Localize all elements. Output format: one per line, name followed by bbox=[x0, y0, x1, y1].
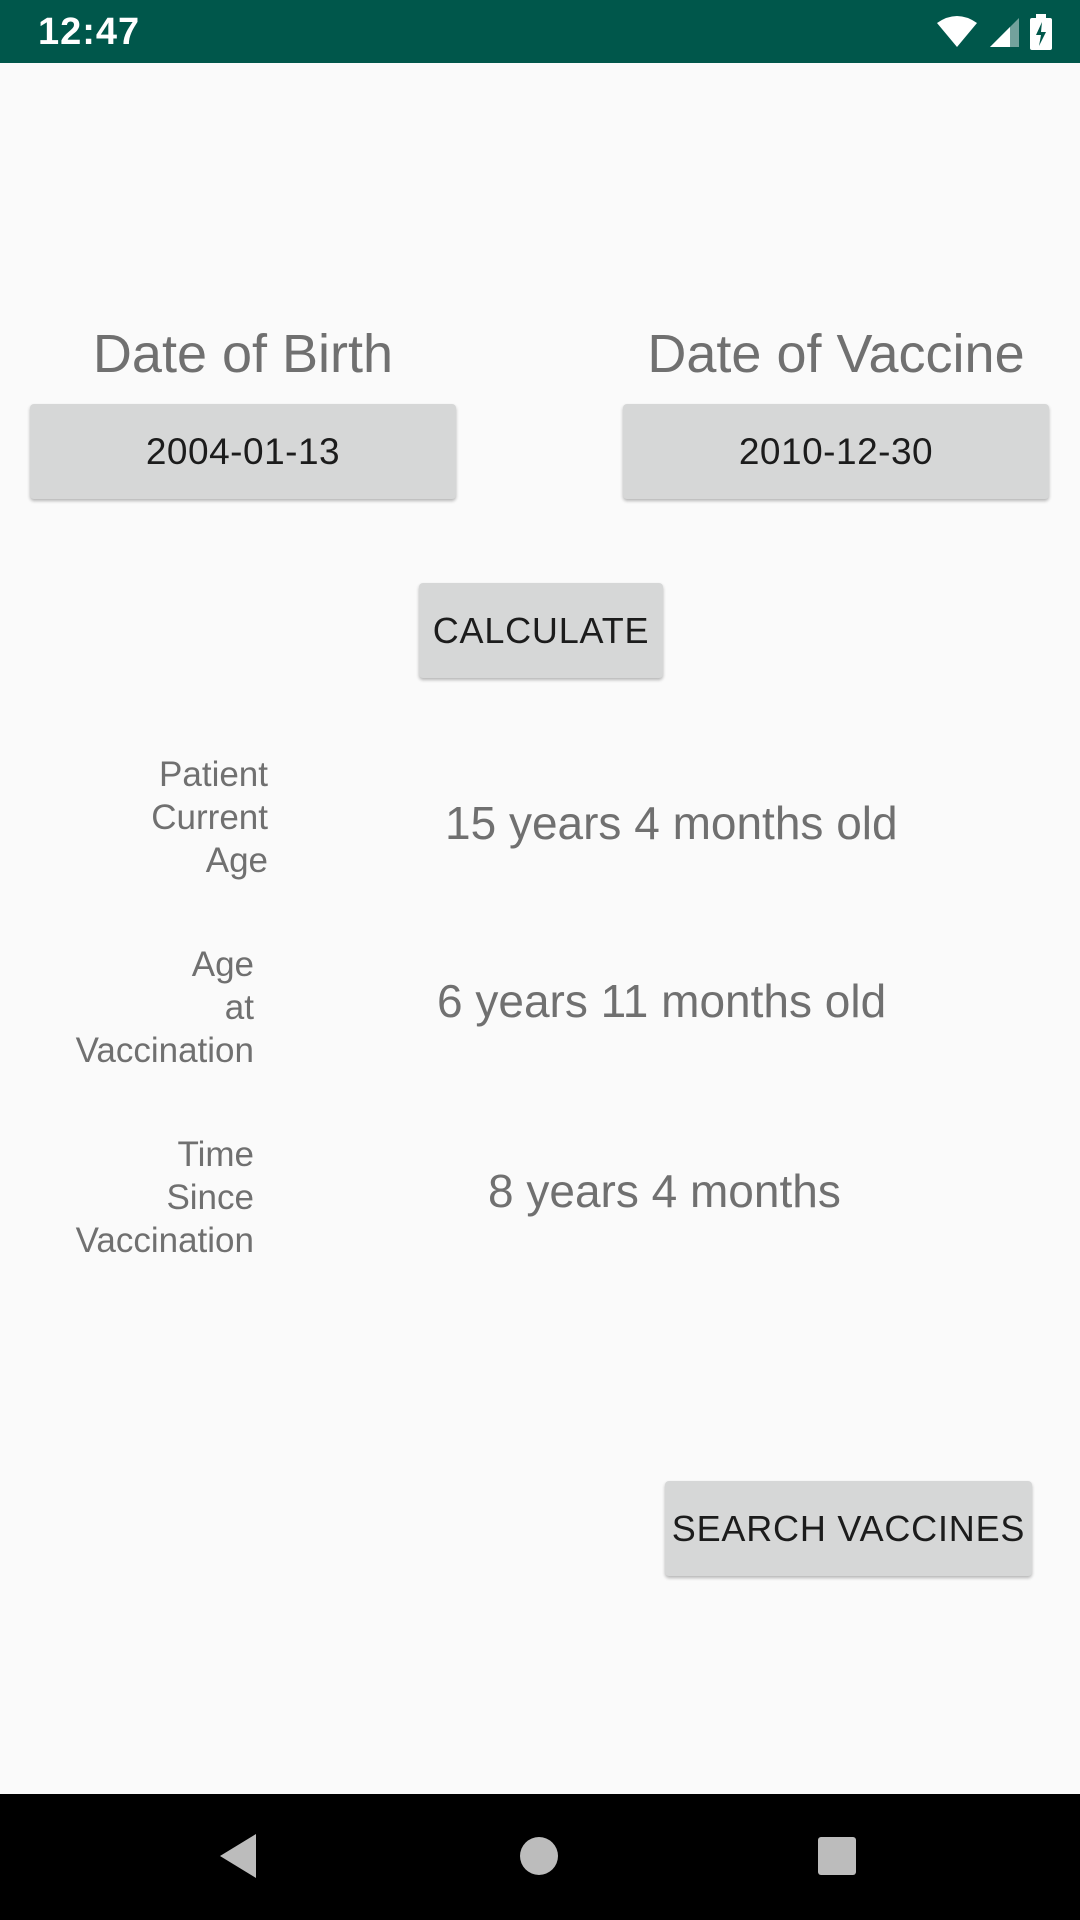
cellular-signal-icon bbox=[988, 16, 1020, 48]
wifi-icon bbox=[936, 16, 978, 48]
recents-button[interactable] bbox=[805, 1826, 869, 1890]
status-bar: 12:47 bbox=[0, 0, 1080, 63]
search-vaccines-button[interactable]: Search Vaccines bbox=[665, 1481, 1032, 1576]
status-time: 12:47 bbox=[38, 11, 141, 53]
patient-current-age-label: Patient Current Age bbox=[151, 755, 268, 880]
battery-charging-icon bbox=[1030, 14, 1052, 50]
time-since-vaccination-label: Time Since Vaccination bbox=[75, 1135, 254, 1260]
calculate-button[interactable]: Calculate bbox=[419, 583, 663, 678]
back-icon bbox=[216, 1832, 260, 1885]
recents-icon bbox=[817, 1836, 857, 1881]
home-button[interactable] bbox=[507, 1826, 571, 1890]
navigation-bar bbox=[0, 1794, 1080, 1920]
time-since-vaccination-value: 8 years 4 months bbox=[488, 1165, 841, 1217]
age-at-vaccination-label: Age at Vaccination bbox=[75, 945, 254, 1070]
age-at-vaccination-value: 6 years 11 months old bbox=[437, 975, 887, 1027]
date-of-birth-button[interactable]: 2004-01-13 bbox=[30, 404, 456, 499]
patient-current-age-value: 15 years 4 months old bbox=[445, 797, 898, 849]
date-of-vaccine-heading: Date of Vaccine bbox=[647, 324, 1025, 384]
home-icon bbox=[519, 1836, 559, 1881]
date-of-vaccine-button[interactable]: 2010-12-30 bbox=[623, 404, 1049, 499]
status-icons bbox=[936, 14, 1052, 50]
back-button[interactable] bbox=[206, 1826, 270, 1890]
date-of-birth-heading: Date of Birth bbox=[92, 324, 394, 384]
